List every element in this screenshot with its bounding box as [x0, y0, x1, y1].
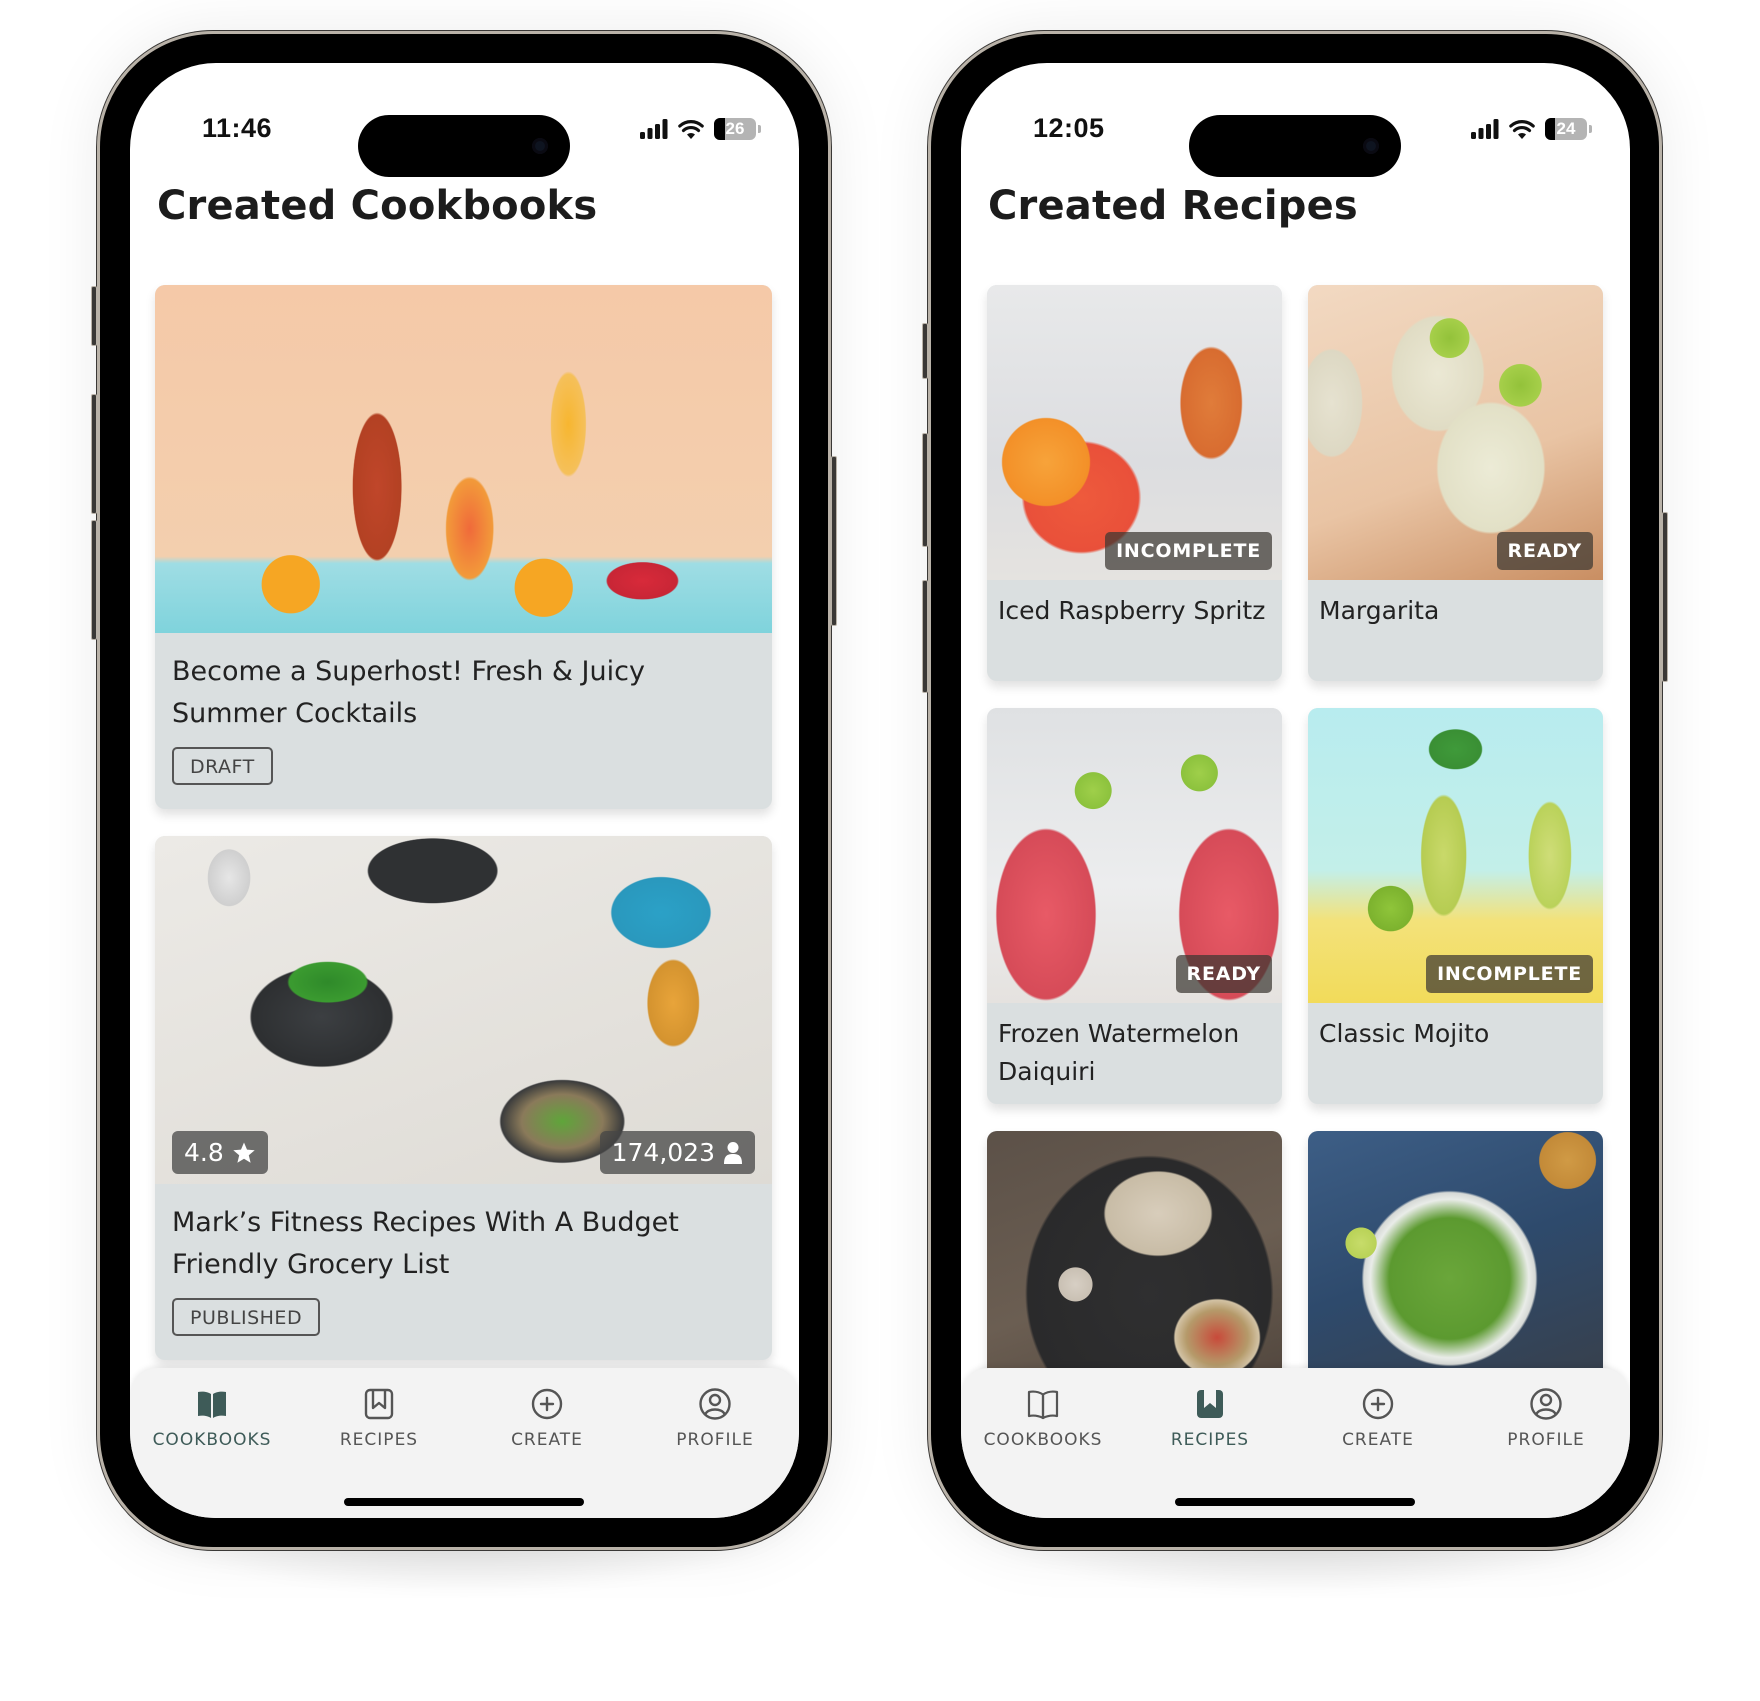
battery-icon: 26 [714, 118, 756, 140]
dynamic-island [1189, 115, 1401, 177]
status-tag-draft: DRAFT [172, 747, 273, 785]
bottom-tab-bar: COOKBOOKS RECIPES CREATE PROFILE [961, 1368, 1630, 1518]
tab-label: PROFILE [1507, 1430, 1585, 1450]
followers-badge: 174,023 [599, 1131, 755, 1174]
recipe-image: INCOMPLETE [987, 285, 1282, 580]
tab-profile[interactable]: PROFILE [635, 1386, 795, 1450]
cellular-signal-icon [1471, 119, 1499, 139]
wifi-icon [678, 120, 704, 139]
cookbook-card-body: Become a Superhost! Fresh & Juicy Summer… [155, 633, 772, 809]
camera-icon [532, 138, 548, 154]
star-icon [233, 1142, 255, 1163]
screen: 11:46 26 Created Cookbooks Become a Supe… [130, 63, 799, 1518]
battery-tip [758, 125, 761, 133]
recipe-image: READY [1308, 285, 1603, 580]
status-tag-published: PUBLISHED [172, 1298, 321, 1336]
cookbook-title: Become a Superhost! Fresh & Juicy Summer… [172, 656, 645, 729]
recipe-title: Iced Raspberry Spritz [998, 596, 1266, 625]
recipe-status-badge: READY [1496, 532, 1593, 570]
recipe-status-badge: READY [1175, 955, 1272, 993]
user-circle-icon [699, 1388, 731, 1420]
recipe-card[interactable]: READY Frozen Watermelon Daiquiri [987, 708, 1282, 1104]
recipe-title: Classic Mojito [1319, 1019, 1490, 1048]
person-icon [724, 1141, 742, 1164]
volume-down-button [91, 520, 97, 640]
battery-percent: 24 [1556, 119, 1576, 138]
tab-create[interactable]: CREATE [1298, 1386, 1458, 1450]
phone-recipes: 12:05 24 Created Recipes INCOMPLETE Iced… [922, 31, 1668, 1590]
plus-circle-icon [531, 1388, 563, 1420]
status-bar: 11:46 26 [130, 63, 799, 177]
status-time: 12:05 [1033, 113, 1105, 143]
status-icons: 26 [640, 118, 761, 140]
camera-icon [1363, 138, 1379, 154]
bookmark-icon [1197, 1390, 1223, 1418]
home-indicator[interactable] [1175, 1498, 1415, 1506]
tab-label: RECIPES [1170, 1430, 1250, 1450]
cookbook-card-body: Mark’s Fitness Recipes With A Budget Fri… [155, 1184, 772, 1360]
status-icons: 24 [1471, 118, 1592, 140]
tab-label: CREATE [1342, 1430, 1414, 1450]
recipe-title: Margarita [1319, 596, 1440, 625]
plus-circle-icon [1362, 1388, 1394, 1420]
tab-profile[interactable]: PROFILE [1466, 1386, 1626, 1450]
recipe-status-badge: INCOMPLETE [1105, 532, 1272, 570]
tab-cookbooks[interactable]: COOKBOOKS [963, 1386, 1123, 1450]
status-bar: 12:05 24 [961, 63, 1630, 177]
recipe-status-badge: INCOMPLETE [1426, 955, 1593, 993]
user-circle-icon [1530, 1388, 1562, 1420]
recipe-image: INCOMPLETE [1308, 708, 1603, 1003]
tab-cookbooks[interactable]: COOKBOOKS [132, 1386, 292, 1450]
action-button [91, 286, 97, 346]
open-book-icon [1027, 1390, 1059, 1420]
tab-recipes[interactable]: RECIPES [299, 1386, 459, 1450]
tab-label: RECIPES [339, 1430, 419, 1450]
cellular-signal-icon [640, 119, 668, 139]
bookmark-icon [364, 1388, 394, 1420]
status-time: 11:46 [202, 113, 273, 143]
cookbook-card[interactable]: 4.8 174,023 Mark’s Fitness Recipes With … [155, 836, 772, 1360]
action-button [922, 323, 928, 379]
screen: 12:05 24 Created Recipes INCOMPLETE Iced… [961, 63, 1630, 1518]
open-book-icon [198, 1391, 226, 1418]
volume-up-button [922, 433, 928, 547]
tab-recipes[interactable]: RECIPES [1130, 1386, 1290, 1450]
page-title: Created Recipes [988, 183, 1358, 229]
bottom-tab-bar: COOKBOOKS RECIPES CREATE PROFILE [130, 1368, 799, 1518]
volume-up-button [91, 394, 97, 514]
cookbook-title: Mark’s Fitness Recipes With A Budget Fri… [172, 1207, 679, 1280]
recipe-card[interactable]: INCOMPLETE Classic Mojito [1308, 708, 1603, 1104]
wifi-icon [1509, 120, 1535, 139]
tab-label: CREATE [511, 1430, 583, 1450]
recipe-title: Frozen Watermelon Daiquiri [998, 1019, 1240, 1086]
battery-percent: 26 [725, 119, 745, 138]
tab-label: COOKBOOKS [152, 1430, 272, 1450]
recipe-image: READY [987, 708, 1282, 1003]
rating-badge: 4.8 [172, 1131, 268, 1174]
battery-tip [1589, 125, 1592, 133]
rating-value: 4.8 [184, 1138, 224, 1167]
home-indicator[interactable] [344, 1498, 584, 1506]
power-button [1662, 512, 1668, 682]
volume-down-button [922, 580, 928, 693]
recipe-card[interactable]: INCOMPLETE Iced Raspberry Spritz [987, 285, 1282, 681]
tab-label: PROFILE [676, 1430, 754, 1450]
phone-cookbooks: 11:46 26 Created Cookbooks Become a Supe… [91, 31, 837, 1590]
power-button [831, 456, 837, 626]
battery-icon: 24 [1545, 118, 1587, 140]
dynamic-island [358, 115, 570, 177]
cookbook-cover-image: 4.8 174,023 [155, 836, 772, 1184]
followers-count: 174,023 [611, 1138, 715, 1167]
cookbook-card[interactable]: Become a Superhost! Fresh & Juicy Summer… [155, 285, 772, 809]
cookbook-cover-image [155, 285, 772, 633]
tab-label: COOKBOOKS [983, 1430, 1103, 1450]
page-title: Created Cookbooks [157, 183, 598, 229]
tab-create[interactable]: CREATE [467, 1386, 627, 1450]
recipe-card[interactable]: READY Margarita [1308, 285, 1603, 681]
